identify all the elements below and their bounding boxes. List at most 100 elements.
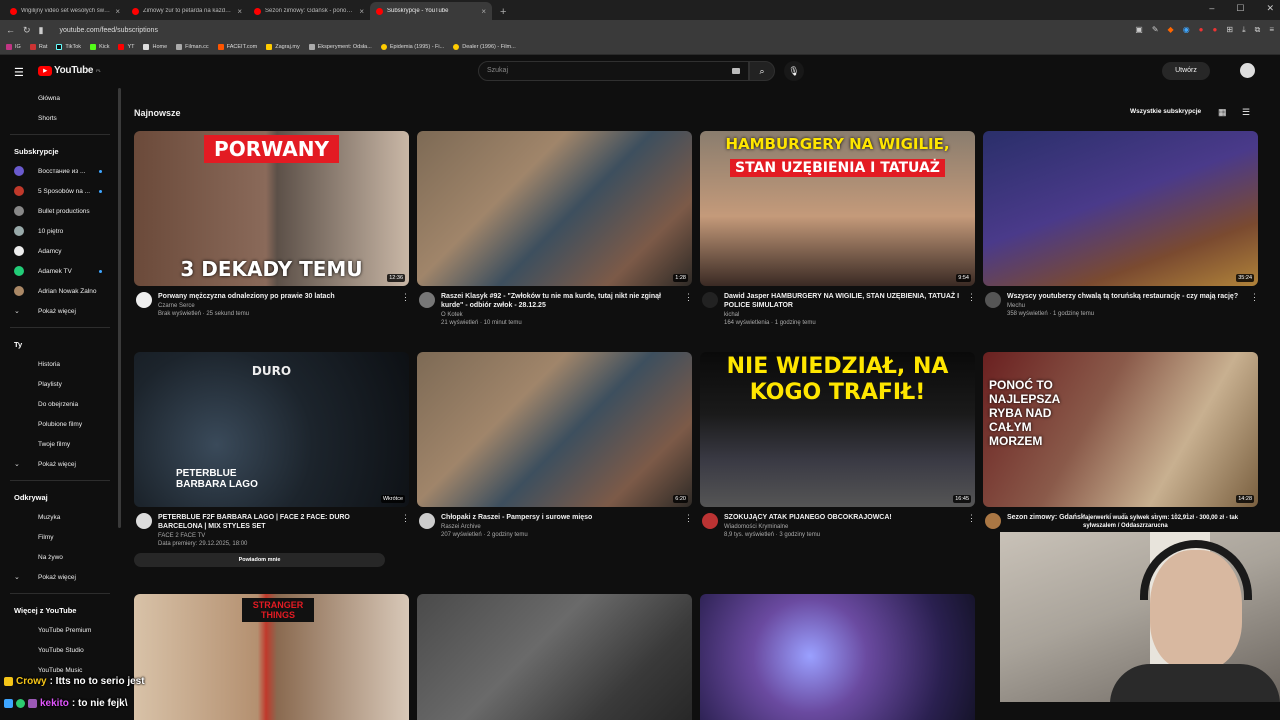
- channel-avatar[interactable]: [985, 513, 1001, 529]
- video-thumbnail[interactable]: HAMBURGERY NA WIGILIE, STAN UZĘBIENIA I …: [700, 131, 975, 286]
- keyboard-icon[interactable]: [732, 68, 740, 74]
- youtube-logo[interactable]: ▶ YouTube PL: [38, 65, 101, 76]
- video-card[interactable]: HAMBURGERY NA WIGILIE, STAN UZĘBIENIA I …: [700, 131, 976, 326]
- account-avatar[interactable]: [1240, 63, 1255, 78]
- reload-icon[interactable]: ↻: [23, 25, 31, 36]
- url-field[interactable]: youtube.com/feed/subscriptions: [52, 27, 1128, 34]
- close-tab-icon[interactable]: ×: [359, 7, 364, 16]
- channel-avatar[interactable]: [136, 513, 152, 529]
- close-tab-icon[interactable]: ×: [115, 7, 120, 16]
- video-card[interactable]: PONOĆ TO NAJLEPSZA RYBA NAD CAŁYM MORZEM…: [983, 352, 1258, 530]
- brave-shield-icon[interactable]: ◆: [1168, 25, 1174, 35]
- more-options-icon[interactable]: ⋮: [401, 513, 410, 547]
- sidebar-subscription[interactable]: 5 Sposobów na ...: [0, 181, 120, 201]
- bookmark-item[interactable]: IG: [6, 44, 21, 50]
- browser-tab[interactable]: Wigilijny video set wesołych świąt ko ×: [4, 2, 126, 20]
- browser-tab-active[interactable]: Subskrypcje - YouTube ×: [370, 2, 492, 20]
- sidebar-subscription[interactable]: Восстание из ...: [0, 161, 120, 181]
- channel-avatar[interactable]: [136, 292, 152, 308]
- sidebar-section-subscriptions[interactable]: Subskrypcje: [0, 141, 120, 161]
- bookmark-icon[interactable]: ▮: [39, 25, 44, 36]
- video-thumbnail[interactable]: PONOĆ TO NAJLEPSZA RYBA NAD CAŁYM MORZEM…: [983, 352, 1258, 507]
- channel-name[interactable]: FACE 2 FACE TV: [158, 533, 395, 539]
- video-title[interactable]: Chłopaki z Raszei - Pampersy i surowe mi…: [441, 513, 678, 522]
- sidebar-item-premium[interactable]: YouTube Premium: [0, 620, 120, 640]
- bookmark-item[interactable]: FACEIT.com: [217, 44, 257, 50]
- channel-name[interactable]: Wiadomości Kryminalne: [724, 524, 961, 530]
- bookmark-item[interactable]: Dealer (1996) - Film...: [453, 44, 516, 50]
- sidebar-item-home[interactable]: Główna: [0, 88, 120, 108]
- show-more-you[interactable]: ⌄ Pokaż więcej: [0, 454, 120, 474]
- channel-avatar[interactable]: [702, 292, 718, 308]
- video-thumbnail[interactable]: 6:20: [417, 352, 692, 507]
- video-card[interactable]: 6:20 Chłopaki z Raszei - Pampersy i suro…: [417, 352, 693, 538]
- video-thumbnail[interactable]: PORWANY 3 DEKADY TEMU 12:36: [134, 131, 409, 286]
- sidebar-subscription[interactable]: 10 piętro: [0, 221, 120, 241]
- close-tab-icon[interactable]: ×: [237, 7, 242, 16]
- sidebar-item-music[interactable]: Muzyka: [0, 507, 120, 527]
- video-thumbnail[interactable]: DURO PETERBLUE BARBARA LAGO Wkrótce: [134, 352, 409, 507]
- grid-view-icon[interactable]: ▦: [1218, 107, 1227, 118]
- channel-avatar[interactable]: [419, 513, 435, 529]
- sidebar-subscription[interactable]: Adrian Nowak Żalno: [0, 281, 120, 301]
- new-tab-button[interactable]: +: [492, 6, 514, 20]
- video-card[interactable]: 1:28 Raszei Klasyk #92 - "Zwłoków tu nie…: [417, 131, 693, 326]
- notify-me-button[interactable]: Powiadom mnie: [134, 553, 385, 567]
- extension-icon[interactable]: ●: [1199, 25, 1204, 35]
- bookmark-item[interactable]: Zagraj.my: [266, 44, 300, 50]
- sidebar-item-movies[interactable]: Filmy: [0, 527, 120, 547]
- video-title[interactable]: PETERBLUE F2F BARBARA LAGO | FACE 2 FACE…: [158, 513, 395, 531]
- sidebar-subscription[interactable]: Adamcy: [0, 241, 120, 261]
- show-more-subscriptions[interactable]: ⌄ Pokaż więcej: [0, 301, 120, 321]
- download-icon[interactable]: ⤓: [1242, 25, 1246, 35]
- video-title[interactable]: Dawid Jasper HAMBURGERY NA WIGILIE, STAN…: [724, 292, 961, 310]
- channel-avatar[interactable]: [985, 292, 1001, 308]
- search-input[interactable]: Szukaj: [478, 61, 749, 81]
- sidebar-scrollbar[interactable]: [118, 88, 121, 528]
- bookmark-item[interactable]: Eksperyment: Odsła...: [308, 44, 372, 50]
- sidebar-item-your-videos[interactable]: Twoje filmy: [0, 434, 120, 454]
- sidebar-subscription[interactable]: Bullet productions: [0, 201, 120, 221]
- voice-search-button[interactable]: 🎙: [784, 61, 804, 81]
- video-card[interactable]: PORWANY 3 DEKADY TEMU 12:36 Porwany mężc…: [134, 131, 410, 317]
- sidebar-item-watch-later[interactable]: Do obejrzenia: [0, 394, 120, 414]
- sidebar-subscription[interactable]: Adamek TV: [0, 261, 120, 281]
- minimize-icon[interactable]: –: [1209, 3, 1214, 14]
- video-card[interactable]: DURO PETERBLUE BARBARA LAGO Wkrótce PETE…: [134, 352, 410, 567]
- sidebar-item-shorts[interactable]: Shorts: [0, 108, 120, 128]
- more-options-icon[interactable]: ⋮: [1250, 292, 1259, 317]
- video-thumbnail[interactable]: 1:28: [417, 131, 692, 286]
- channel-name[interactable]: kichal: [724, 312, 961, 318]
- more-options-icon[interactable]: ⋮: [967, 513, 976, 538]
- sidebar-section-you[interactable]: Ty: [0, 334, 120, 354]
- close-tab-icon[interactable]: ×: [481, 7, 486, 16]
- extension-icon[interactable]: ⊞: [1226, 25, 1233, 35]
- all-subscriptions-link[interactable]: Wszystkie subskrypcje: [1130, 108, 1201, 115]
- video-title[interactable]: Wszyscy youtuberzy chwalą tą toruńską re…: [1007, 292, 1244, 301]
- list-view-icon[interactable]: ☰: [1242, 107, 1250, 118]
- bookmark-item[interactable]: Filman.cc: [176, 44, 209, 50]
- video-title[interactable]: Porwany mężczyzna odnaleziony po prawie …: [158, 292, 395, 301]
- video-thumbnail[interactable]: 35:24: [983, 131, 1258, 286]
- link-icon[interactable]: ⧉: [1255, 25, 1261, 35]
- sidebar-item-liked[interactable]: Polubione filmy: [0, 414, 120, 434]
- more-options-icon[interactable]: ⋮: [401, 292, 410, 317]
- bookmark-item[interactable]: Kick: [90, 44, 109, 50]
- back-icon[interactable]: ←: [6, 25, 15, 35]
- more-options-icon[interactable]: ⋮: [684, 513, 693, 538]
- bookmark-item[interactable]: Home: [143, 44, 167, 50]
- channel-avatar[interactable]: [702, 513, 718, 529]
- channel-avatar[interactable]: [419, 292, 435, 308]
- extension-icon[interactable]: ▣: [1135, 25, 1143, 35]
- browser-tab[interactable]: Zimowy żur to petarda na każdy dzie ×: [126, 2, 248, 20]
- search-button[interactable]: ⌕: [749, 61, 775, 81]
- maximize-icon[interactable]: ☐: [1236, 3, 1244, 14]
- video-card[interactable]: 35:24 Wszyscy youtuberzy chwalą tą toruń…: [983, 131, 1259, 317]
- channel-name[interactable]: Raszei Archive: [441, 524, 678, 530]
- close-window-icon[interactable]: ✕: [1266, 3, 1274, 14]
- more-options-icon[interactable]: ⋮: [967, 292, 976, 326]
- sidebar-item-history[interactable]: Historia: [0, 354, 120, 374]
- video-card[interactable]: NIE WIEDZIAŁ, NA KOGO TRAFIŁ! 16:45 SZOK…: [700, 352, 976, 538]
- channel-name[interactable]: O Kotek: [441, 312, 678, 318]
- create-button[interactable]: Utwórz: [1162, 62, 1210, 80]
